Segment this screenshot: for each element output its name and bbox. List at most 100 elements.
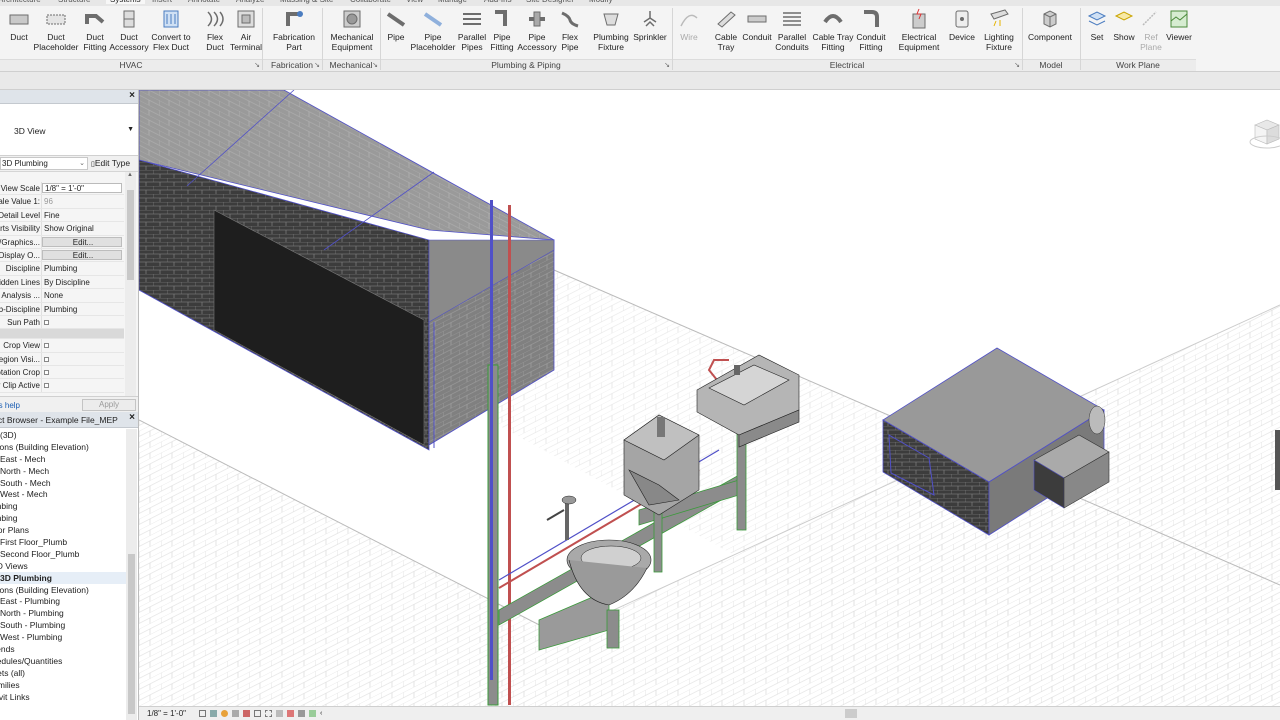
apply-button[interactable]: Apply	[82, 399, 136, 411]
visual-style-icon[interactable]	[210, 710, 217, 717]
browser-item[interactable]: First Floor_Plumb	[0, 536, 126, 548]
browser-item[interactable]: East - Plumbing	[0, 595, 126, 607]
checkbox[interactable]	[44, 356, 49, 362]
browser-item[interactable]: (3D)	[0, 429, 126, 441]
dialog-launcher-icon[interactable]: ↘	[254, 60, 260, 71]
browser-item[interactable]: Schedules/Quantities	[0, 655, 126, 667]
shadows-icon[interactable]	[232, 710, 239, 717]
horizontal-scroll-thumb[interactable]	[845, 709, 857, 718]
properties-help-link[interactable]: Properties help	[0, 401, 20, 410]
property-row[interactable]: Visibility/Graphics...Edit...	[0, 235, 124, 249]
conduit-fitting-button[interactable]: Conduit Fitting	[847, 8, 895, 52]
view-scale-button[interactable]: 1/8" = 1'-0"	[147, 709, 186, 718]
property-row[interactable]: Graphic Display O...Edit...	[0, 248, 124, 263]
tab-add-ins[interactable]: Add-Ins	[484, 0, 512, 4]
duct-accessory-button[interactable]: Duct Accessory	[105, 8, 153, 52]
browser-item[interactable]: Revit Links	[0, 691, 126, 703]
property-row[interactable]: Show Hidden Lines By Discipline	[0, 275, 124, 290]
tab-systems[interactable]: Systems	[106, 0, 145, 4]
property-row[interactable]: Annotation Crop	[0, 366, 124, 380]
scroll-up-icon[interactable]: ▲	[127, 172, 133, 178]
instance-selector[interactable]: 3D Plumbing ⌄	[0, 157, 88, 170]
tab-site-designer[interactable]: Site Designer	[526, 0, 574, 4]
sun-path-icon[interactable]	[221, 710, 228, 717]
tab-annotate[interactable]: Annotate	[188, 0, 220, 4]
reveal-hidden-icon[interactable]	[298, 710, 305, 717]
browser-item[interactable]: South - Mech	[0, 477, 126, 489]
lighting-fixture-button[interactable]: Lighting Fixture	[975, 8, 1023, 52]
browser-close-icon[interactable]: ×	[129, 412, 135, 423]
checkbox[interactable]	[44, 383, 49, 389]
checkbox[interactable]	[44, 343, 49, 349]
checkbox[interactable]	[44, 319, 49, 325]
property-row[interactable]: Crop Region Visi...	[0, 352, 124, 367]
tab-collaborate[interactable]: Collaborate	[350, 0, 391, 4]
browser-item[interactable]: 3D Plumbing	[0, 571, 126, 584]
browser-item[interactable]: Elevations (Building Elevation)	[0, 441, 126, 453]
lock-view-icon[interactable]	[276, 710, 283, 717]
browser-item[interactable]: 3D Views	[0, 560, 126, 572]
property-row[interactable]: Default Analysis ... None	[0, 289, 124, 303]
render-icon[interactable]	[243, 710, 250, 717]
model-canvas[interactable]	[139, 90, 1280, 706]
dialog-launcher-icon[interactable]: ↘	[372, 60, 378, 71]
tab-structure[interactable]: Structure	[58, 0, 90, 4]
property-row[interactable]: Sub-Discipline Plumbing	[0, 302, 124, 316]
browser-item[interactable]: West - Mech	[0, 488, 126, 500]
tab-architecture[interactable]: Architecture	[0, 0, 41, 4]
browser-item[interactable]: Sheets (all)	[0, 667, 126, 679]
browser-item[interactable]: South - Plumbing	[0, 619, 126, 631]
dialog-launcher-icon[interactable]: ↘	[314, 60, 320, 71]
tab-modify[interactable]: Modify	[589, 0, 613, 4]
property-value[interactable]	[42, 353, 124, 365]
viewcube-icon[interactable]	[1249, 119, 1280, 149]
property-row[interactable]: Far Clip Active	[0, 379, 124, 393]
property-row[interactable]: Detail Level Fine	[0, 208, 124, 223]
tab-insert[interactable]: Insert	[152, 0, 172, 4]
temp-hide-icon[interactable]	[287, 710, 294, 717]
dialog-launcher-icon[interactable]: ↘	[664, 60, 670, 71]
dialog-launcher-icon[interactable]: ↘	[1014, 60, 1020, 71]
property-value[interactable]	[42, 316, 124, 328]
property-row[interactable]: Discipline Plumbing	[0, 262, 124, 276]
property-row[interactable]: View Scale 1/8" = 1'-0"	[0, 182, 124, 196]
mechanical-equipment-button[interactable]: Mechanical Equipment	[328, 8, 376, 52]
detail-level-icon[interactable]	[199, 710, 206, 717]
electrical-equipment-button[interactable]: Electrical Equipment	[895, 8, 943, 52]
browser-item[interactable]: Legends	[0, 643, 126, 655]
type-selector[interactable]: 3D View ▼	[0, 104, 138, 156]
convert-to-flex-duct-button[interactable]: Convert to Flex Duct	[147, 8, 195, 52]
property-row[interactable]: Parts Visibility Show Original	[0, 222, 124, 236]
checkbox[interactable]	[44, 370, 49, 376]
crop-view-icon[interactable]	[254, 710, 261, 717]
tab-view[interactable]: View	[406, 0, 423, 4]
property-value[interactable]	[42, 379, 124, 391]
property-row[interactable]: Crop View	[0, 339, 124, 353]
browser-item[interactable]: Families	[0, 679, 126, 691]
fabrication-part-button[interactable]: Fabrication Part	[270, 8, 318, 52]
browser-item[interactable]: North - Mech	[0, 465, 126, 477]
browser-item[interactable]: Elevations (Building Elevation)	[0, 584, 126, 596]
tab-massing-site[interactable]: Massing & Site	[280, 0, 333, 4]
property-row[interactable]: Scale Value 1: 96	[0, 195, 124, 209]
browser-item[interactable]: North - Plumbing	[0, 607, 126, 619]
browser-item[interactable]: Plumbing	[0, 500, 126, 512]
properties-close-icon[interactable]: ×	[129, 90, 135, 101]
scroll-thumb[interactable]	[127, 190, 134, 280]
browser-item[interactable]: Second Floor_Plumb	[0, 548, 126, 560]
show-crop-icon[interactable]	[265, 710, 272, 717]
3d-viewport[interactable]	[139, 90, 1280, 706]
browser-item[interactable]: Floor Plans	[0, 524, 126, 536]
collapse-icon[interactable]: ‹	[320, 710, 327, 717]
property-value[interactable]	[42, 339, 124, 351]
property-value[interactable]: 1/8" = 1'-0"	[42, 183, 122, 194]
properties-scrollbar[interactable]: ▲ ▼	[125, 172, 136, 412]
browser-item[interactable]: West - Plumbing	[0, 631, 126, 643]
browser-item[interactable]: East - Mech	[0, 453, 126, 465]
browser-item[interactable]: Plumbing	[0, 512, 126, 524]
component-button[interactable]: Component	[1026, 8, 1074, 42]
tab-manage[interactable]: Manage	[438, 0, 467, 4]
edit-button[interactable]: Edit...	[42, 249, 122, 261]
analytical-model-icon[interactable]	[309, 710, 316, 717]
tab-analyze[interactable]: Analyze	[236, 0, 264, 4]
